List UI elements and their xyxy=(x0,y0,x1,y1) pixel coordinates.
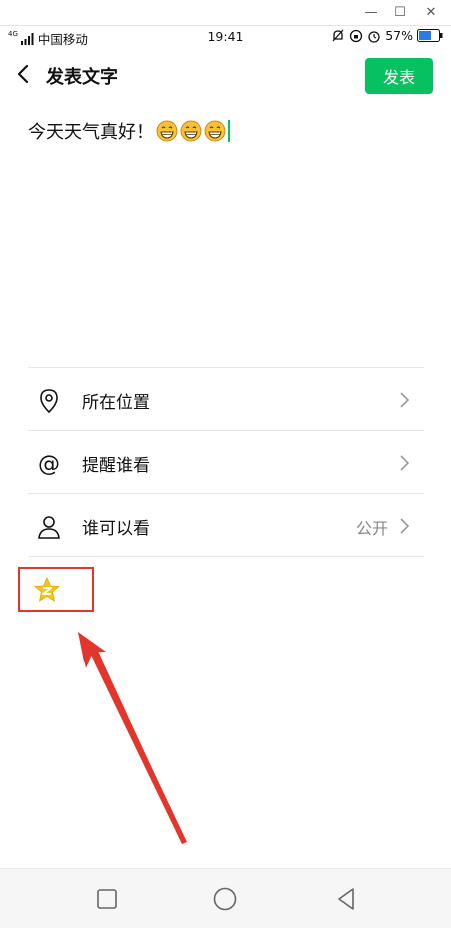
post-button[interactable]: 发表 xyxy=(365,58,433,94)
location-pin-icon xyxy=(40,389,58,414)
back-arrow-icon[interactable] xyxy=(12,62,36,86)
recent-apps-icon[interactable] xyxy=(94,886,120,912)
grin-emoji-icon xyxy=(204,120,226,142)
option-label: 提醒谁看 xyxy=(82,456,150,476)
window-title-bar: — ☐ ✕ xyxy=(0,0,451,26)
chevron-right-icon xyxy=(400,518,410,534)
home-icon[interactable] xyxy=(212,886,238,912)
chevron-right-icon xyxy=(400,392,410,408)
option-label: 所在位置 xyxy=(82,393,150,413)
system-nav-bar xyxy=(0,868,451,928)
person-icon xyxy=(38,516,60,539)
minimize-icon[interactable]: — xyxy=(360,3,382,21)
options-list: 所在位置 @ 提醒谁看 谁可以看 公开 xyxy=(28,367,424,557)
page-title: 发表文字 xyxy=(46,67,118,88)
back-triangle-icon[interactable] xyxy=(333,886,359,912)
battery-percent: 57% xyxy=(385,28,413,43)
option-remind[interactable]: @ 提醒谁看 xyxy=(28,431,424,494)
svg-text:@: @ xyxy=(38,452,60,477)
option-visibility[interactable]: 谁可以看 公开 xyxy=(28,494,424,557)
text-editor[interactable]: 今天天气真好！ xyxy=(28,118,230,144)
grin-emoji-icon xyxy=(180,120,202,142)
grin-emoji-icon xyxy=(156,120,178,142)
chevron-right-icon xyxy=(400,455,410,471)
battery-icon xyxy=(417,29,443,42)
at-sign-icon: @ xyxy=(38,452,60,477)
header: 发表文字 发表 xyxy=(0,52,451,98)
close-icon[interactable]: ✕ xyxy=(420,3,442,21)
alarm-icon xyxy=(368,30,380,43)
option-label: 谁可以看 xyxy=(82,519,150,539)
text-caret xyxy=(228,120,230,142)
qzone-star-icon[interactable] xyxy=(34,577,60,603)
rotation-lock-icon xyxy=(350,29,363,42)
visibility-value: 公开 xyxy=(355,519,388,538)
option-location[interactable]: 所在位置 xyxy=(28,368,424,431)
maximize-icon[interactable]: ☐ xyxy=(389,3,411,21)
editor-text: 今天天气真好！ xyxy=(28,122,154,143)
status-bar: 4G 中国移动 19:41 57% xyxy=(0,26,451,48)
mute-bell-icon xyxy=(332,29,344,41)
